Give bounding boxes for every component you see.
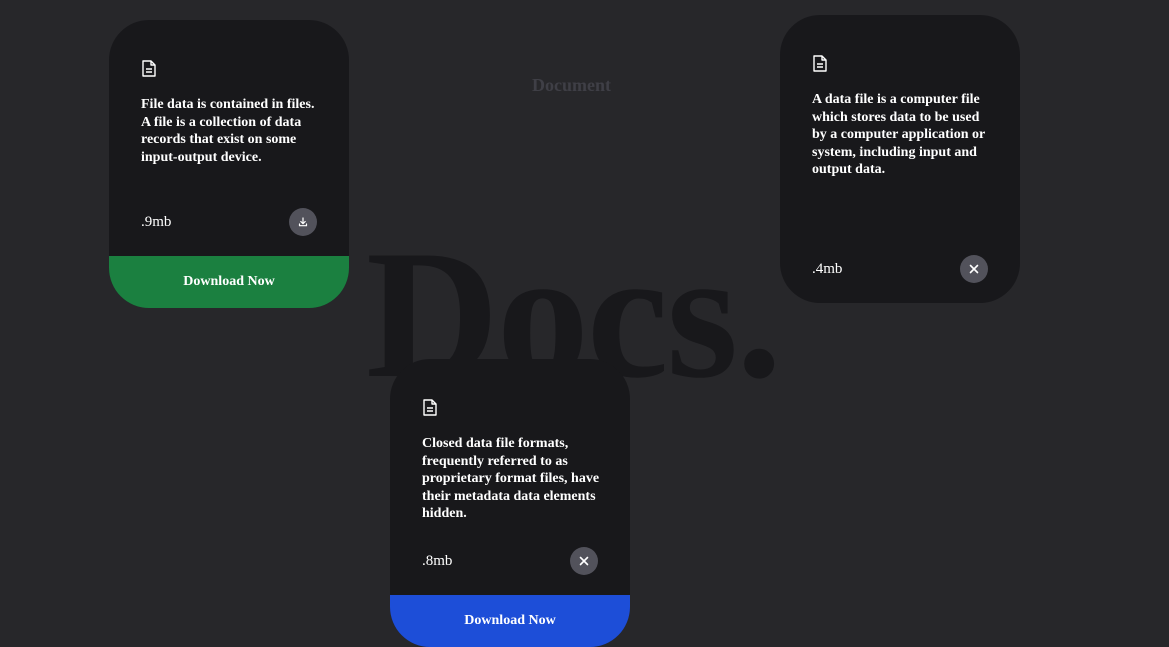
download-now-button[interactable]: Download Now xyxy=(109,256,349,308)
document-card: Closed data file formats, frequently ref… xyxy=(390,359,630,647)
download-icon-button[interactable] xyxy=(289,208,317,236)
document-card: File data is contained in files. A file … xyxy=(109,20,349,308)
download-icon xyxy=(298,217,308,227)
close-icon-button[interactable] xyxy=(570,547,598,575)
card-description: File data is contained in files. A file … xyxy=(141,97,315,165)
file-size: .9mb xyxy=(141,214,172,230)
card-description: A data file is a computer file which sto… xyxy=(812,92,985,177)
close-icon-button[interactable] xyxy=(960,255,988,283)
document-icon xyxy=(813,55,827,72)
card-footer: .4mb xyxy=(812,254,988,284)
document-icon xyxy=(142,60,156,77)
card-footer: .9mb xyxy=(141,207,317,237)
download-now-button[interactable]: Download Now xyxy=(390,595,630,647)
file-size: .4mb xyxy=(812,261,843,277)
card-footer: .8mb xyxy=(422,546,598,576)
document-card: A data file is a computer file which sto… xyxy=(780,15,1020,303)
close-icon xyxy=(969,264,979,274)
document-icon xyxy=(423,399,437,416)
close-icon xyxy=(579,556,589,566)
card-description: Closed data file formats, frequently ref… xyxy=(422,436,600,521)
file-size: .8mb xyxy=(422,553,453,569)
